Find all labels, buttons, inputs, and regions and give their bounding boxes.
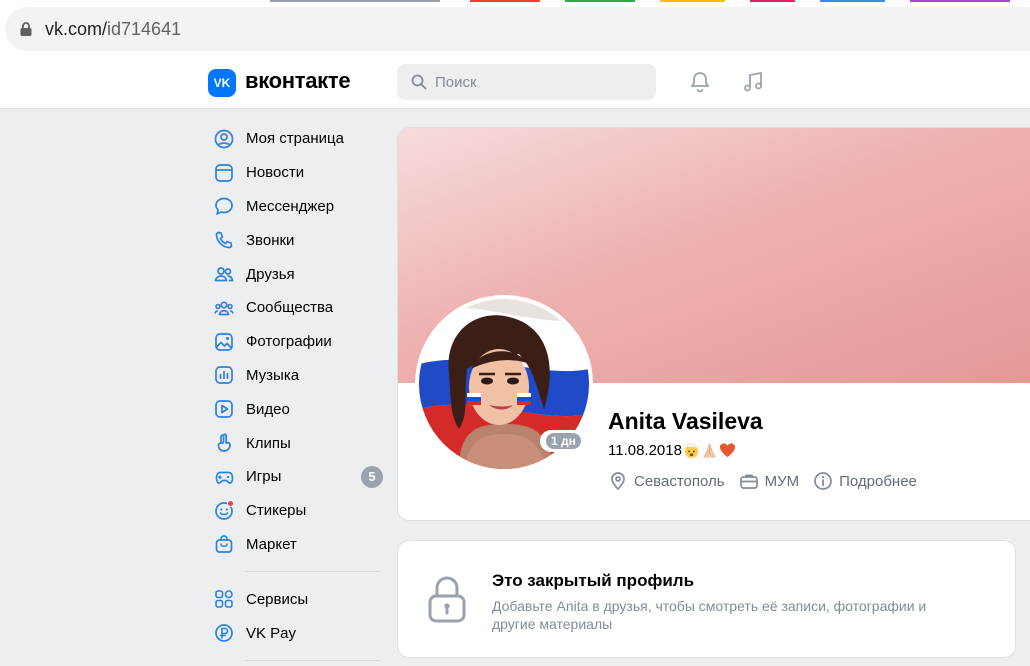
sidebar-item-video[interactable]: Видео xyxy=(205,392,385,426)
music-icon xyxy=(215,366,233,385)
sidebar-item-label: Друзья xyxy=(246,265,295,283)
market-icon xyxy=(215,535,233,554)
sidebar-item-label: Сообщества xyxy=(246,299,334,317)
clips-icon xyxy=(217,433,231,452)
browser-address-bar: vk.com/id714641 xyxy=(0,0,1030,57)
work-label: МУМ xyxy=(764,472,800,490)
sidebar-item-photos[interactable]: Фотографии xyxy=(205,325,385,359)
more-label: Подробнее xyxy=(839,472,917,490)
sidebar-item-messenger[interactable]: Мессенджер xyxy=(205,190,385,224)
sidebar-divider xyxy=(245,659,380,661)
heart-emoji-icon xyxy=(719,443,736,458)
url-text: vk.com/id714641 xyxy=(45,18,182,39)
city-label: Севастополь xyxy=(634,472,725,490)
sidebar-item-calls[interactable]: Звонки xyxy=(205,223,385,257)
sidebar-item-label: Моя страница xyxy=(246,130,344,148)
photos-icon xyxy=(215,332,233,351)
sidebar-item-market[interactable]: Маркет xyxy=(205,528,385,562)
sidebar-item-label: Новости xyxy=(246,164,305,182)
video-icon xyxy=(215,400,233,419)
sidebar-item-label: VK Pay xyxy=(246,624,297,642)
sidebar-item-label: Клипы xyxy=(246,434,291,452)
lock-icon xyxy=(20,22,32,36)
gamepad-icon xyxy=(215,471,234,484)
status-text: 11.08.2018 xyxy=(608,442,682,459)
profile-meta: Севастополь МУМ Подробнее xyxy=(608,471,931,491)
location-pin-icon xyxy=(611,472,625,490)
sidebar-item-label: Мессенджер xyxy=(246,197,335,215)
closed-profile-notice: Это закрытый профиль Добавьте Anita в др… xyxy=(397,540,1016,658)
url-field[interactable]: vk.com/id714641 xyxy=(5,7,1030,51)
vk-wordmark[interactable]: вконтакте xyxy=(245,68,351,94)
vkpay-icon xyxy=(215,624,233,642)
newsfeed-icon xyxy=(215,163,233,182)
sidebar-item-label: Музыка xyxy=(246,366,300,384)
user-circle-icon xyxy=(214,129,234,149)
music-note-icon[interactable] xyxy=(741,70,765,94)
sidebar-item-label: Маркет xyxy=(246,535,297,553)
new-indicator-dot xyxy=(227,499,234,507)
tab-strip xyxy=(270,0,1030,2)
sidebar-item-label: Видео xyxy=(246,400,290,418)
profile-card: 1 дн Anita Vasileva 11.08.2018 Севастопо… xyxy=(397,127,1030,521)
closed-profile-title: Это закрытый профиль xyxy=(492,571,695,590)
sidebar-item-label: Звонки xyxy=(246,231,295,249)
sidebar-divider xyxy=(245,571,380,573)
mind-blown-emoji-icon xyxy=(684,443,699,459)
sidebar-item-communities[interactable]: Сообщества xyxy=(205,291,385,325)
games-count-badge: 5 xyxy=(361,465,383,488)
sidebar-item-label: Игры xyxy=(246,468,282,486)
lock-icon xyxy=(428,576,466,623)
last-seen-badge: 1 дн xyxy=(540,430,587,452)
services-icon xyxy=(215,590,233,609)
sidebar-item-news[interactable]: Новости xyxy=(205,156,385,190)
sidebar-item-clips[interactable]: Клипы xyxy=(205,426,385,460)
briefcase-icon xyxy=(739,474,758,489)
communities-icon xyxy=(214,301,234,316)
sidebar-item-label: Фотографии xyxy=(246,333,332,351)
closed-profile-description: Добавьте Anita в друзья, чтобы смотреть … xyxy=(492,598,927,632)
info-icon xyxy=(814,472,832,490)
sidebar-item-friends[interactable]: Друзья xyxy=(205,257,385,291)
bell-icon[interactable] xyxy=(688,70,712,94)
profile-status: 11.08.2018 xyxy=(608,442,736,459)
sidebar-item-label: Сервисы xyxy=(246,590,309,608)
sidebar-item-games[interactable]: Игры 5 xyxy=(205,460,385,494)
vk-header: VK вконтакте xyxy=(0,57,1030,109)
sidebar-item-my-page[interactable]: Моя страница xyxy=(205,122,385,156)
sidebar-item-services[interactable]: Сервисы xyxy=(205,582,385,616)
sidebar-nav: Моя страница Новости Мессенджер Звонки Д… xyxy=(205,122,385,666)
search-icon xyxy=(411,74,427,90)
sidebar-item-label: Стикеры xyxy=(246,502,307,520)
friends-icon xyxy=(214,267,234,282)
search-box[interactable] xyxy=(397,64,656,100)
sidebar-item-vkpay[interactable]: VK Pay xyxy=(205,616,385,650)
profile-work[interactable]: МУМ xyxy=(739,471,800,491)
praying-hands-emoji-icon xyxy=(703,443,716,458)
sidebar-item-music[interactable]: Музыка xyxy=(205,359,385,393)
vk-logo-icon[interactable]: VK xyxy=(208,69,236,97)
profile-name: Anita Vasileva xyxy=(608,408,763,434)
message-icon xyxy=(215,198,233,216)
profile-more-button[interactable]: Подробнее xyxy=(813,471,917,491)
phone-icon xyxy=(215,231,233,249)
sidebar-item-stickers[interactable]: Стикеры xyxy=(205,494,385,528)
profile-city[interactable]: Севастополь xyxy=(608,471,725,491)
search-input[interactable] xyxy=(435,73,635,91)
